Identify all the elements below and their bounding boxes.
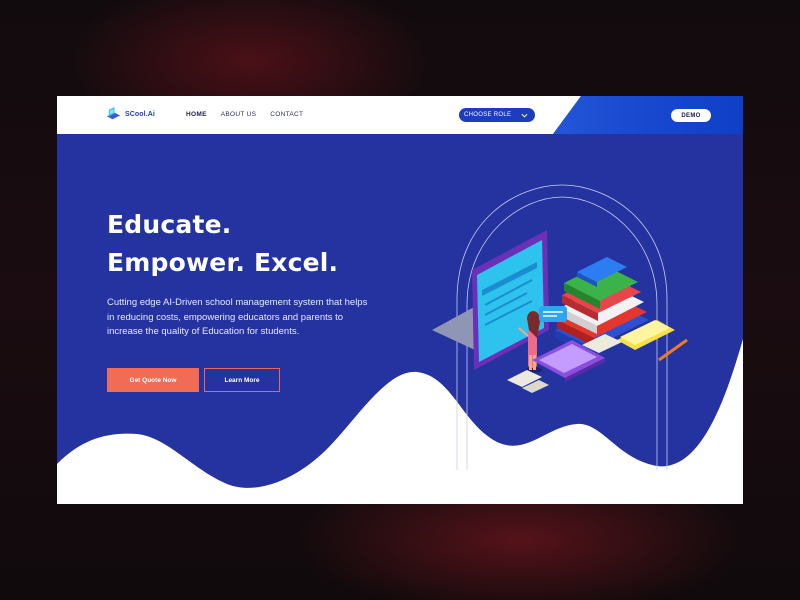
- hero-headline: Educate. Empower. Excel.: [107, 206, 338, 282]
- nav-accent-block: [553, 96, 743, 134]
- nav-link-about-us[interactable]: ABOUT US: [221, 111, 257, 118]
- demo-button[interactable]: DEMO: [671, 109, 711, 122]
- demo-label: DEMO: [681, 112, 701, 119]
- nav-link-contact[interactable]: CONTACT: [270, 111, 303, 118]
- get-quote-button[interactable]: Get Quote Now: [107, 368, 199, 392]
- education-illustration: [432, 184, 688, 470]
- choose-role-dropdown[interactable]: CHOOSE ROLE: [459, 108, 535, 122]
- learn-more-button[interactable]: Learn More: [204, 368, 280, 392]
- nav-links: HOME ABOUT US CONTACT: [186, 111, 303, 118]
- headline-line-2: Empower. Excel.: [107, 248, 339, 277]
- website-frame: Educate. Empower. Excel. Cutting edge AI…: [57, 96, 743, 504]
- top-navigation: SCool.Ai HOME ABOUT US CONTACT CHOOSE RO…: [57, 96, 743, 134]
- nav-link-home[interactable]: HOME: [186, 111, 207, 118]
- hero-description: Cutting edge AI-Driven school management…: [107, 297, 368, 337]
- choose-role-label: CHOOSE ROLE: [464, 112, 512, 118]
- learn-more-label: Learn More: [224, 376, 260, 384]
- brand-logo[interactable]: SCool.Ai: [106, 107, 155, 122]
- brand-name: SCool.Ai: [125, 111, 155, 118]
- headline-line-1: Educate.: [107, 210, 232, 239]
- get-quote-label: Get Quote Now: [129, 376, 177, 384]
- hero-section: Educate. Empower. Excel. Cutting edge AI…: [57, 134, 743, 504]
- chevron-down-icon: [521, 113, 528, 118]
- laptop-logo-icon: [106, 107, 121, 120]
